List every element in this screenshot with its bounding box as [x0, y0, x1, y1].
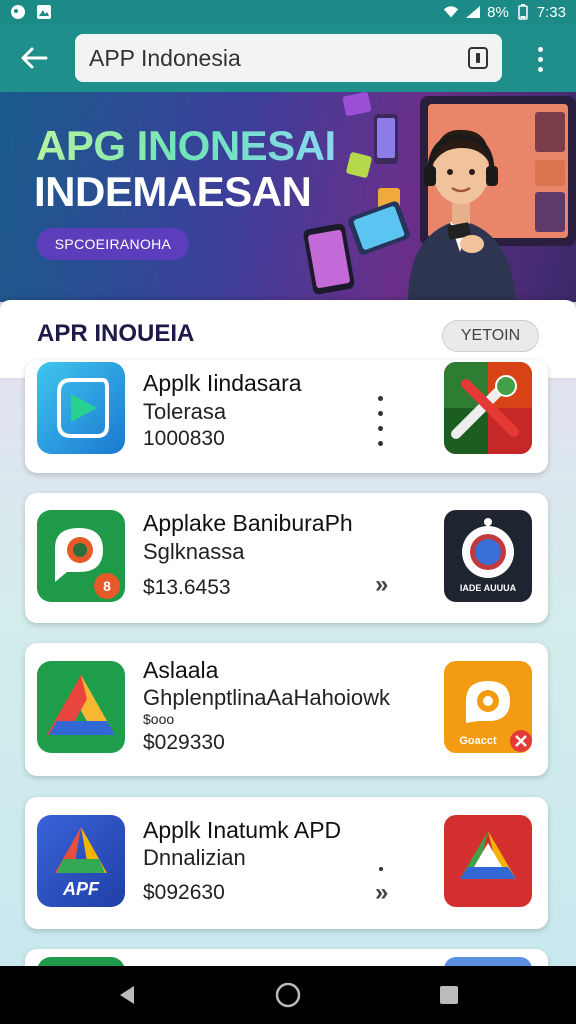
recents-nav-button[interactable] — [434, 980, 464, 1010]
app-subtitle: Dnnalizian — [143, 845, 246, 870]
signal-icon — [465, 4, 481, 20]
section-action-button[interactable]: YETOIN — [442, 320, 539, 352]
thumbnail-caption: Goacct — [459, 735, 497, 747]
apf-app-icon[interactable]: APF — [37, 815, 125, 907]
hero-title-line2: INDEMAESAN — [34, 168, 312, 215]
app-thumbnail[interactable]: IADE AUUUA — [444, 510, 532, 602]
app-meta: $092630 — [143, 881, 225, 904]
app-card[interactable]: 8 Applake BaniburaPh Sglknassa $13.6453 … — [25, 493, 548, 623]
more-options-icon[interactable] — [375, 396, 385, 446]
app-meta: $029330 — [143, 731, 225, 754]
notification-icon — [10, 4, 26, 20]
app-subtitle: GhplenptlinaAaHahoiowk — [143, 685, 391, 710]
app-name: Applk Inatumk APD — [143, 817, 342, 843]
square-recents-icon — [440, 986, 458, 1004]
app-subtitle: Sglknassa — [143, 539, 245, 564]
app-subtitle: Tolerasa — [143, 399, 227, 424]
app-icon-text: APF — [62, 879, 100, 899]
app-name: Aslaala — [143, 657, 219, 683]
status-bar: 8% 7:33 — [0, 0, 576, 24]
tab-switcher-icon[interactable] — [468, 47, 488, 69]
hero-illustration — [303, 92, 576, 302]
app-name: Applk Iindasara — [143, 370, 302, 396]
hero-banner[interactable]: APG INONESAI INDEMAESAN SPCOEIRANOHA — [0, 92, 576, 302]
arrow-left-icon — [21, 47, 48, 69]
triangle-back-icon — [120, 986, 134, 1004]
search-input[interactable]: APP Indonesia — [75, 34, 502, 82]
app-aux-text: $ooo — [143, 711, 175, 727]
play-app-icon[interactable] — [37, 362, 125, 454]
app-thumbnail[interactable] — [444, 815, 532, 907]
battery-percent: 8% — [487, 3, 509, 21]
chat-app-icon[interactable]: 8 — [37, 510, 125, 602]
app-card[interactable]: APF Applk Inatumk APD Dnnalizian $092630… — [25, 797, 548, 929]
home-nav-button[interactable] — [273, 980, 303, 1010]
search-query: APP Indonesia — [89, 44, 241, 71]
app-meta: $13.6453 — [143, 576, 231, 599]
back-button[interactable] — [14, 40, 54, 76]
dot-indicator — [379, 867, 383, 871]
clock: 7:33 — [536, 3, 566, 21]
app-name: Applake BaniburaPh — [143, 510, 353, 536]
hero-pill-button[interactable]: SPCOEIRANOHA — [37, 228, 189, 260]
circle-home-icon — [275, 982, 301, 1008]
badge-count: 8 — [103, 578, 111, 594]
more-options-button[interactable] — [526, 42, 554, 76]
drive-app-icon[interactable] — [37, 661, 125, 753]
app-card[interactable]: Aslaala GhplenptlinaAaHahoiowk $ooo $029… — [25, 643, 548, 776]
wifi-icon — [443, 4, 459, 20]
section-title: APR INOUEIA — [37, 320, 195, 347]
app-bar: APP Indonesia — [0, 24, 576, 92]
back-nav-button[interactable] — [112, 980, 142, 1010]
navigation-bar — [0, 966, 576, 1024]
app-meta: 1000830 — [143, 427, 225, 450]
app-thumbnail[interactable]: Goacct — [444, 661, 532, 753]
double-chevron-right-icon[interactable]: » — [375, 571, 388, 599]
app-card[interactable]: Applk Iindasara Tolerasa 1000830 — [25, 360, 548, 473]
image-icon — [36, 4, 52, 20]
battery-icon — [515, 4, 531, 20]
thumbnail-caption: IADE AUUUA — [460, 583, 517, 593]
double-chevron-right-icon[interactable]: » — [375, 879, 388, 907]
app-thumbnail[interactable] — [444, 362, 532, 454]
